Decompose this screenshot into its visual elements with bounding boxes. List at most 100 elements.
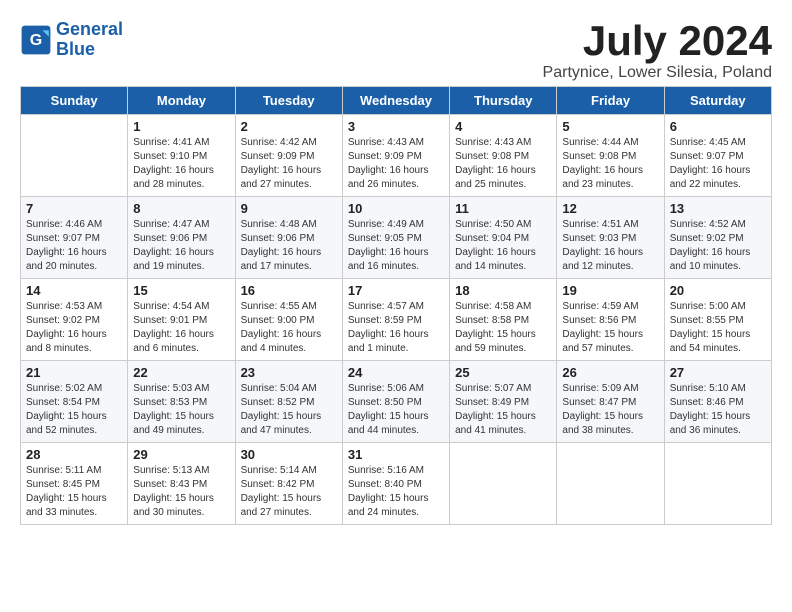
month-title: July 2024 <box>543 20 772 62</box>
day-info: Sunrise: 4:42 AM Sunset: 9:09 PM Dayligh… <box>241 136 337 192</box>
logo-line2: Blue <box>56 39 95 59</box>
day-info: Sunrise: 4:59 AM Sunset: 8:56 PM Dayligh… <box>562 300 658 356</box>
day-info: Sunrise: 5:16 AM Sunset: 8:40 PM Dayligh… <box>348 464 444 520</box>
day-number: 14 <box>26 283 122 298</box>
day-info: Sunrise: 4:55 AM Sunset: 9:00 PM Dayligh… <box>241 300 337 356</box>
day-cell: 2 Sunrise: 4:42 AM Sunset: 9:09 PM Daylig… <box>235 115 342 197</box>
day-cell: 23 Sunrise: 5:04 AM Sunset: 8:52 PM Dayli… <box>235 361 342 443</box>
day-cell: 24 Sunrise: 5:06 AM Sunset: 8:50 PM Dayli… <box>342 361 449 443</box>
day-info: Sunrise: 4:58 AM Sunset: 8:58 PM Dayligh… <box>455 300 551 356</box>
day-cell: 14 Sunrise: 4:53 AM Sunset: 9:02 PM Dayli… <box>21 279 128 361</box>
day-info: Sunrise: 5:04 AM Sunset: 8:52 PM Dayligh… <box>241 382 337 438</box>
day-info: Sunrise: 4:45 AM Sunset: 9:07 PM Dayligh… <box>670 136 766 192</box>
day-info: Sunrise: 4:54 AM Sunset: 9:01 PM Dayligh… <box>133 300 229 356</box>
day-number: 3 <box>348 119 444 134</box>
day-header-friday: Friday <box>557 87 664 115</box>
day-info: Sunrise: 4:43 AM Sunset: 9:08 PM Dayligh… <box>455 136 551 192</box>
day-header-monday: Monday <box>128 87 235 115</box>
day-cell: 4 Sunrise: 4:43 AM Sunset: 9:08 PM Daylig… <box>450 115 557 197</box>
day-info: Sunrise: 5:03 AM Sunset: 8:53 PM Dayligh… <box>133 382 229 438</box>
day-info: Sunrise: 4:48 AM Sunset: 9:06 PM Dayligh… <box>241 218 337 274</box>
day-info: Sunrise: 5:11 AM Sunset: 8:45 PM Dayligh… <box>26 464 122 520</box>
day-info: Sunrise: 4:44 AM Sunset: 9:08 PM Dayligh… <box>562 136 658 192</box>
day-info: Sunrise: 4:53 AM Sunset: 9:02 PM Dayligh… <box>26 300 122 356</box>
day-info: Sunrise: 4:50 AM Sunset: 9:04 PM Dayligh… <box>455 218 551 274</box>
logo-text: General Blue <box>56 20 123 60</box>
day-number: 27 <box>670 365 766 380</box>
day-cell <box>450 443 557 525</box>
day-info: Sunrise: 4:47 AM Sunset: 9:06 PM Dayligh… <box>133 218 229 274</box>
day-number: 25 <box>455 365 551 380</box>
logo: G General Blue <box>20 20 123 60</box>
day-header-wednesday: Wednesday <box>342 87 449 115</box>
day-cell: 22 Sunrise: 5:03 AM Sunset: 8:53 PM Dayli… <box>128 361 235 443</box>
day-cell: 25Sunrise: 5:07 AM Sunset: 8:49 PM Dayli… <box>450 361 557 443</box>
day-info: Sunrise: 5:02 AM Sunset: 8:54 PM Dayligh… <box>26 382 122 438</box>
day-cell <box>664 443 771 525</box>
week-row-1: 1 Sunrise: 4:41 AM Sunset: 9:10 PM Daylig… <box>21 115 772 197</box>
day-cell <box>21 115 128 197</box>
day-cell: 21 Sunrise: 5:02 AM Sunset: 8:54 PM Dayli… <box>21 361 128 443</box>
location: Partynice, Lower Silesia, Poland <box>543 64 772 82</box>
day-number: 13 <box>670 201 766 216</box>
day-cell: 3 Sunrise: 4:43 AM Sunset: 9:09 PM Daylig… <box>342 115 449 197</box>
day-number: 19 <box>562 283 658 298</box>
day-number: 5 <box>562 119 658 134</box>
day-header-sunday: Sunday <box>21 87 128 115</box>
day-number: 10 <box>348 201 444 216</box>
day-number: 30 <box>241 447 337 462</box>
day-header-thursday: Thursday <box>450 87 557 115</box>
day-number: 22 <box>133 365 229 380</box>
day-cell: 20Sunrise: 5:00 AM Sunset: 8:55 PM Dayli… <box>664 279 771 361</box>
day-header-tuesday: Tuesday <box>235 87 342 115</box>
svg-text:G: G <box>30 32 42 49</box>
title-block: July 2024 Partynice, Lower Silesia, Pola… <box>543 20 772 82</box>
logo-line1: General <box>56 19 123 39</box>
day-cell: 19 Sunrise: 4:59 AM Sunset: 8:56 PM Dayli… <box>557 279 664 361</box>
week-row-4: 21 Sunrise: 5:02 AM Sunset: 8:54 PM Dayli… <box>21 361 772 443</box>
day-number: 11 <box>455 201 551 216</box>
day-number: 9 <box>241 201 337 216</box>
day-number: 6 <box>670 119 766 134</box>
day-info: Sunrise: 5:14 AM Sunset: 8:42 PM Dayligh… <box>241 464 337 520</box>
day-cell: 17Sunrise: 4:57 AM Sunset: 8:59 PM Dayli… <box>342 279 449 361</box>
day-number: 2 <box>241 119 337 134</box>
day-number: 8 <box>133 201 229 216</box>
day-cell: 12 Sunrise: 4:51 AM Sunset: 9:03 PM Dayli… <box>557 197 664 279</box>
day-cell: 15Sunrise: 4:54 AM Sunset: 9:01 PM Dayli… <box>128 279 235 361</box>
day-number: 23 <box>241 365 337 380</box>
day-cell: 13 Sunrise: 4:52 AM Sunset: 9:02 PM Dayli… <box>664 197 771 279</box>
day-number: 12 <box>562 201 658 216</box>
day-cell: 7Sunrise: 4:46 AM Sunset: 9:07 PM Daylig… <box>21 197 128 279</box>
day-cell <box>557 443 664 525</box>
day-info: Sunrise: 4:51 AM Sunset: 9:03 PM Dayligh… <box>562 218 658 274</box>
day-cell: 5 Sunrise: 4:44 AM Sunset: 9:08 PM Daylig… <box>557 115 664 197</box>
day-number: 28 <box>26 447 122 462</box>
calendar-table: SundayMondayTuesdayWednesdayThursdayFrid… <box>20 86 772 525</box>
day-number: 24 <box>348 365 444 380</box>
day-cell: 28 Sunrise: 5:11 AM Sunset: 8:45 PM Dayli… <box>21 443 128 525</box>
day-cell: 9 Sunrise: 4:48 AM Sunset: 9:06 PM Daylig… <box>235 197 342 279</box>
day-cell: 16 Sunrise: 4:55 AM Sunset: 9:00 PM Dayli… <box>235 279 342 361</box>
day-number: 26 <box>562 365 658 380</box>
day-cell: 29Sunrise: 5:13 AM Sunset: 8:43 PM Dayli… <box>128 443 235 525</box>
day-number: 18 <box>455 283 551 298</box>
day-info: Sunrise: 4:52 AM Sunset: 9:02 PM Dayligh… <box>670 218 766 274</box>
day-info: Sunrise: 5:10 AM Sunset: 8:46 PM Dayligh… <box>670 382 766 438</box>
week-row-5: 28 Sunrise: 5:11 AM Sunset: 8:45 PM Dayli… <box>21 443 772 525</box>
day-number: 21 <box>26 365 122 380</box>
day-number: 1 <box>133 119 229 134</box>
day-number: 16 <box>241 283 337 298</box>
day-info: Sunrise: 4:41 AM Sunset: 9:10 PM Dayligh… <box>133 136 229 192</box>
day-cell: 27 Sunrise: 5:10 AM Sunset: 8:46 PM Dayli… <box>664 361 771 443</box>
day-cell: 8 Sunrise: 4:47 AM Sunset: 9:06 PM Daylig… <box>128 197 235 279</box>
day-cell: 1 Sunrise: 4:41 AM Sunset: 9:10 PM Daylig… <box>128 115 235 197</box>
day-info: Sunrise: 5:00 AM Sunset: 8:55 PM Dayligh… <box>670 300 766 356</box>
day-number: 4 <box>455 119 551 134</box>
day-info: Sunrise: 4:43 AM Sunset: 9:09 PM Dayligh… <box>348 136 444 192</box>
week-row-3: 14 Sunrise: 4:53 AM Sunset: 9:02 PM Dayli… <box>21 279 772 361</box>
day-info: Sunrise: 5:06 AM Sunset: 8:50 PM Dayligh… <box>348 382 444 438</box>
page-header: G General Blue July 2024 Partynice, Lowe… <box>20 20 772 82</box>
week-row-2: 7Sunrise: 4:46 AM Sunset: 9:07 PM Daylig… <box>21 197 772 279</box>
day-info: Sunrise: 5:13 AM Sunset: 8:43 PM Dayligh… <box>133 464 229 520</box>
